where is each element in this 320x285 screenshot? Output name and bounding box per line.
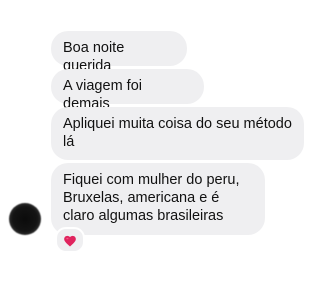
message-bubble[interactable]: Boa noite querida [51, 31, 187, 74]
message-text: Apliquei muita coisa do seu método lá [63, 116, 292, 150]
chat-thread: Boa noite querida A viagem foi demais Ap… [0, 0, 314, 285]
avatar[interactable] [9, 203, 41, 235]
message-bubble[interactable]: A viagem foi demais [51, 69, 204, 112]
message-text: Fiquei com mulher do peru, Bruxelas, ame… [63, 172, 240, 224]
message-bubble[interactable]: Fiquei com mulher do peru, Bruxelas, ame… [51, 163, 265, 235]
message-bubble[interactable]: Apliquei muita coisa do seu método lá [51, 107, 304, 160]
red-heart-icon [64, 235, 76, 247]
reaction-badge[interactable] [55, 227, 85, 253]
